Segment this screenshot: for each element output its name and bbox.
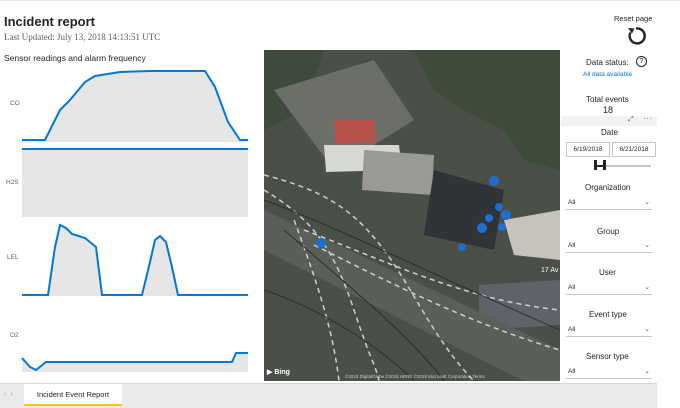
map-street-label: 17 Av <box>541 267 559 274</box>
organization-dropdown[interactable]: All ⌄ <box>566 197 652 210</box>
sensor-type-dropdown[interactable]: All ⌄ <box>566 366 652 379</box>
sensor-chart[interactable]: CO H2S LEL O2 <box>0 62 255 380</box>
sensor-type-dropdown-value: All <box>568 368 576 375</box>
page-title: Incident report <box>4 14 96 29</box>
event-type-dropdown[interactable]: All ⌄ <box>566 324 652 337</box>
chevron-down-icon: ⌄ <box>644 326 650 333</box>
more-options-icon[interactable]: ··· <box>643 114 653 123</box>
chevron-down-icon: ⌄ <box>644 368 650 375</box>
question-circle-icon[interactable]: ? <box>636 56 647 67</box>
date-range-end-handle[interactable] <box>603 160 606 170</box>
chevron-right-icon[interactable]: › <box>10 391 16 398</box>
chevron-down-icon: ⌄ <box>644 199 650 206</box>
incident-map[interactable]: 17 Av <box>264 50 560 381</box>
user-dropdown[interactable]: All ⌄ <box>566 282 652 295</box>
group-slicer-label: Group <box>597 227 620 236</box>
panel-label-h2s: H2S <box>6 179 19 186</box>
reset-page-button[interactable] <box>624 24 648 48</box>
data-status-value: All data available <box>583 71 633 78</box>
group-dropdown-value: All <box>568 242 576 249</box>
group-dropdown[interactable]: All ⌄ <box>566 240 652 253</box>
satellite-imagery: 17 Av <box>264 50 560 381</box>
organization-slicer-label: Organization <box>585 183 631 192</box>
tab-incident-event-report[interactable]: Incident Event Report <box>24 384 122 406</box>
map-attribution[interactable]: ©2018 DigitalGlobe ©2018 HERE ©2018 Micr… <box>345 374 485 379</box>
date-range-start-handle[interactable] <box>594 160 597 170</box>
bing-logo-text: Bing <box>274 369 290 376</box>
h2s-area <box>22 149 248 217</box>
date-start-input[interactable]: 6/19/2018 <box>566 142 610 157</box>
lel-area <box>22 225 248 296</box>
panel-label-co: CO <box>10 100 20 107</box>
panel-label-o2: O2 <box>10 332 19 339</box>
panel-label-lel: LEL <box>7 254 19 261</box>
page-nav-arrows[interactable]: ‹› <box>4 391 17 398</box>
event-type-slicer-label: Event type <box>589 310 627 319</box>
data-status-label: Data status: <box>586 58 629 67</box>
focus-mode-icon[interactable]: ⤢ <box>628 116 634 124</box>
total-events-value: 18 <box>603 105 614 115</box>
bing-icon: ▶ <box>267 369 273 376</box>
total-events-label: Total events <box>586 95 629 104</box>
last-updated-text: Last Updated: July 13, 2018 14:13:51 UTC <box>4 32 161 42</box>
organization-dropdown-value: All <box>568 199 576 206</box>
date-end-input[interactable]: 6/21/2018 <box>612 142 656 157</box>
event-type-dropdown-value: All <box>568 326 576 333</box>
co-area <box>22 71 248 142</box>
sensor-type-slicer-label: Sensor type <box>586 352 629 361</box>
date-slicer-label: Date <box>601 128 618 137</box>
reset-page-label: Reset page <box>614 14 653 23</box>
user-slicer-label: User <box>599 268 616 277</box>
chevron-down-icon: ⌄ <box>644 242 650 249</box>
report-page: Incident report Last Updated: July 13, 2… <box>0 0 680 408</box>
top-divider <box>0 0 680 1</box>
user-dropdown-value: All <box>568 284 576 291</box>
reset-icon <box>628 27 646 45</box>
chevron-down-icon: ⌄ <box>644 284 650 291</box>
bing-logo: ▶ Bing <box>267 368 290 376</box>
